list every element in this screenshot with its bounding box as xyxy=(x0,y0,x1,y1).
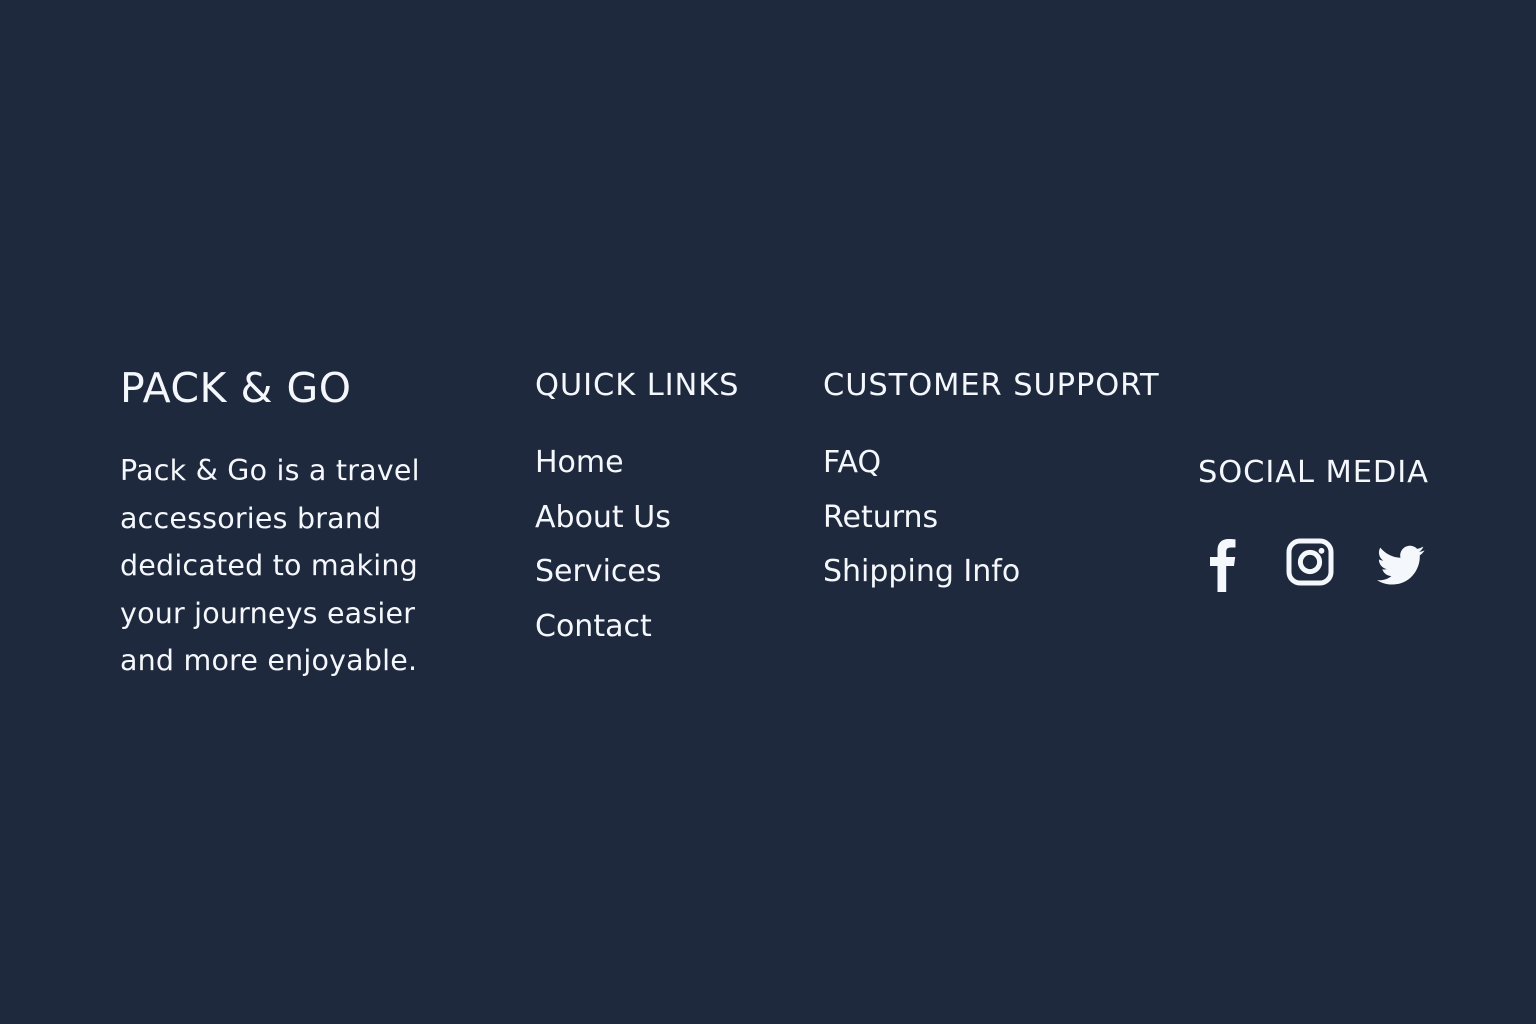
facebook-icon[interactable] xyxy=(1198,532,1250,592)
list-item: About Us xyxy=(535,498,671,553)
social-icons xyxy=(1198,532,1438,596)
list-item: Home xyxy=(535,443,671,498)
customer-support-heading: CUSTOMER SUPPORT xyxy=(823,368,1160,403)
shipping-info-link[interactable]: Shipping Info xyxy=(823,554,1020,589)
list-item: FAQ xyxy=(823,443,1020,498)
brand-title: PACK & GO xyxy=(120,364,352,412)
faq-link[interactable]: FAQ xyxy=(823,445,881,480)
contact-link[interactable]: Contact xyxy=(535,609,652,644)
quick-links-heading: QUICK LINKS xyxy=(535,368,740,403)
instagram-icon[interactable] xyxy=(1286,532,1336,594)
services-link[interactable]: Services xyxy=(535,554,662,589)
list-item: Contact xyxy=(535,607,671,662)
list-item: Shipping Info xyxy=(823,552,1020,607)
home-link[interactable]: Home xyxy=(535,445,624,480)
list-item: Services xyxy=(535,552,671,607)
twitter-icon[interactable] xyxy=(1372,532,1428,592)
brand-description: Pack & Go is a travel accessories brand … xyxy=(120,454,420,677)
returns-link[interactable]: Returns xyxy=(823,500,938,535)
list-item: Returns xyxy=(823,498,1020,553)
about-us-link[interactable]: About Us xyxy=(535,500,671,535)
social-media-heading: SOCIAL MEDIA xyxy=(1198,455,1429,490)
customer-support-list: FAQ Returns Shipping Info xyxy=(823,443,1020,607)
quick-links-list: Home About Us Services Contact xyxy=(535,443,671,662)
site-footer: PACK & GO Pack & Go is a travel accessor… xyxy=(0,0,1536,1024)
